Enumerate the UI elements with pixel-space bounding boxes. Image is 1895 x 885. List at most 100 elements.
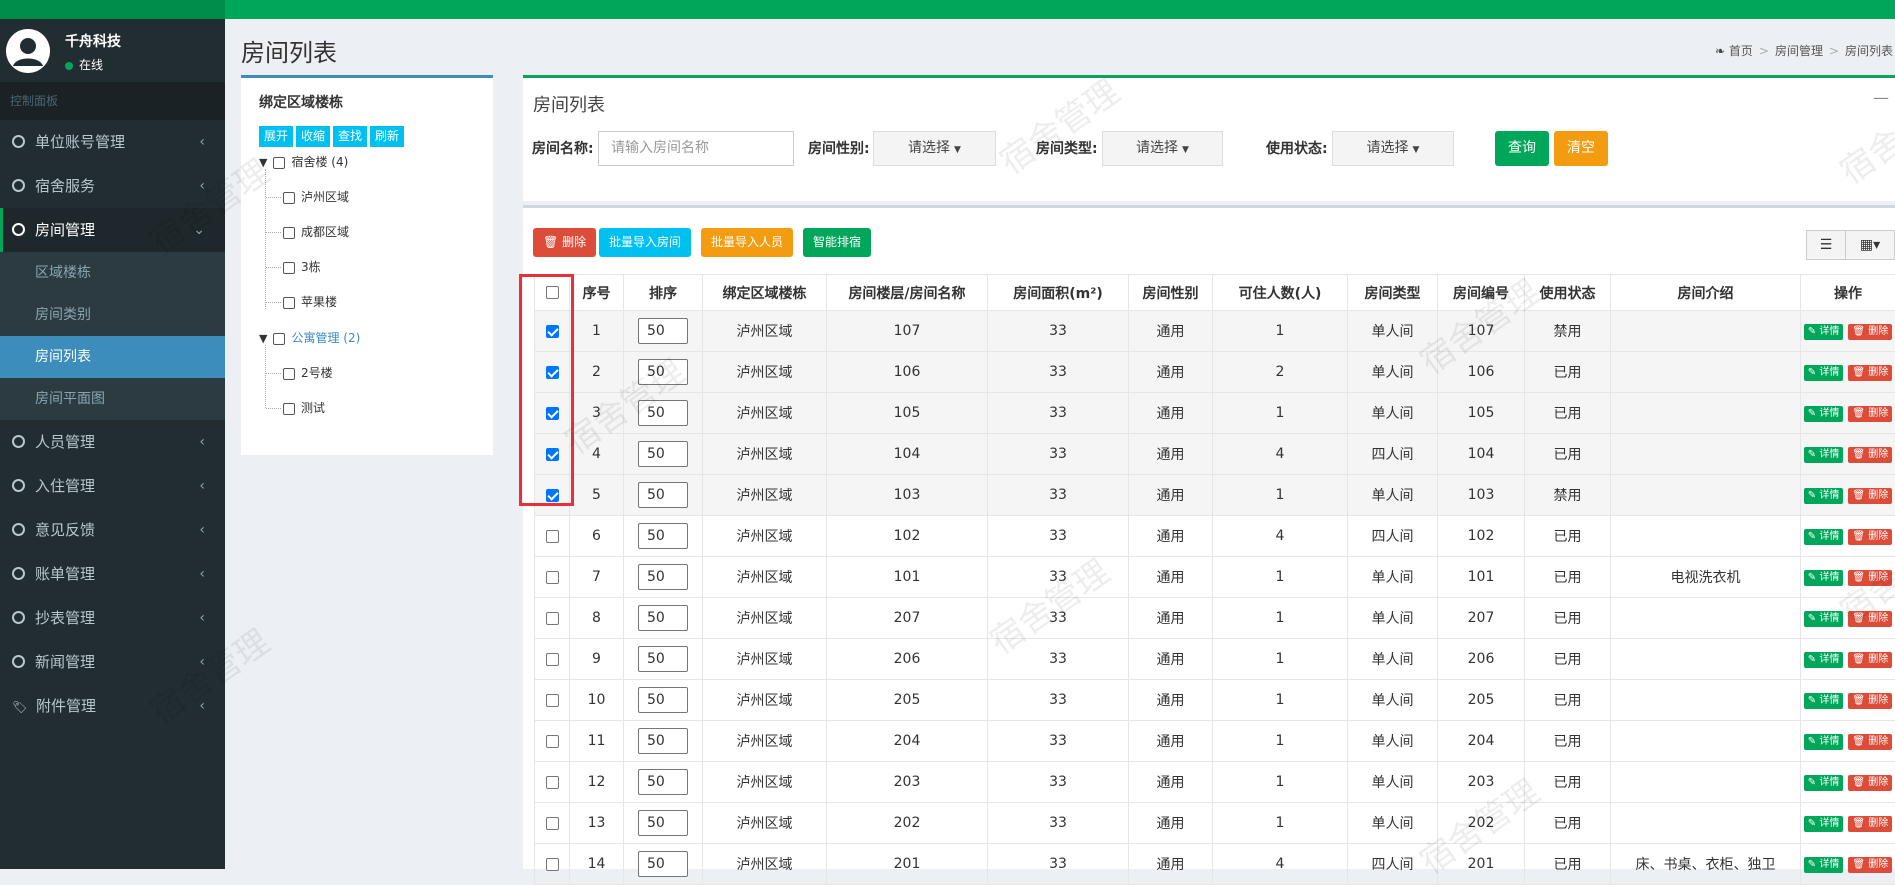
row-checkbox-cell[interactable]: [535, 393, 570, 434]
detail-button[interactable]: ✎ 详情: [1804, 570, 1844, 586]
sort-cell[interactable]: 50: [624, 311, 703, 352]
sidebar-item-bottom-2[interactable]: 意见反馈‹: [0, 508, 225, 552]
sort-cell[interactable]: 50: [624, 516, 703, 557]
row-delete-button[interactable]: 🗑 删除: [1848, 816, 1892, 832]
row-checkbox-cell[interactable]: [535, 721, 570, 762]
sort-input[interactable]: 50: [638, 359, 688, 385]
collapse-icon[interactable]: —: [1873, 88, 1889, 107]
select-all-checkbox[interactable]: [546, 286, 559, 299]
table-row[interactable]: 750泸州区域10133通用1单人间101已用电视洗衣机✎ 详情🗑 删除: [535, 557, 1895, 598]
sidebar-item-top-1[interactable]: 宿舍服务‹: [0, 164, 225, 208]
table-row[interactable]: 1150泸州区域20433通用1单人间204已用✎ 详情🗑 删除: [535, 721, 1895, 762]
row-delete-button[interactable]: 🗑 删除: [1848, 570, 1892, 586]
table-row[interactable]: 950泸州区域20633通用1单人间206已用✎ 详情🗑 删除: [535, 639, 1895, 680]
sort-input[interactable]: 50: [638, 523, 688, 549]
tree-checkbox[interactable]: [283, 368, 295, 380]
row-delete-button[interactable]: 🗑 删除: [1848, 406, 1892, 422]
row-checkbox[interactable]: [546, 325, 559, 338]
row-checkbox-cell[interactable]: [535, 680, 570, 721]
room-type-select[interactable]: 请选择▼: [1102, 131, 1223, 166]
row-checkbox[interactable]: [546, 612, 559, 625]
caret-down-icon[interactable]: ▼: [259, 332, 267, 345]
row-checkbox-cell[interactable]: [535, 844, 570, 885]
row-checkbox[interactable]: [546, 489, 559, 502]
detail-button[interactable]: ✎ 详情: [1804, 857, 1844, 873]
sort-cell[interactable]: 50: [624, 680, 703, 721]
room-name-input[interactable]: 请输入房间名称: [598, 131, 794, 166]
delete-button[interactable]: 🗑 删除: [533, 228, 596, 257]
sort-cell[interactable]: 50: [624, 598, 703, 639]
detail-button[interactable]: ✎ 详情: [1804, 447, 1844, 463]
row-checkbox-cell[interactable]: [535, 639, 570, 680]
tree-child-node[interactable]: 测试: [283, 399, 325, 416]
detail-button[interactable]: ✎ 详情: [1804, 529, 1844, 545]
submenu-item-2[interactable]: 房间列表: [0, 336, 225, 378]
table-row[interactable]: 450泸州区域10433通用4四人间104已用✎ 详情🗑 删除: [535, 434, 1895, 475]
row-checkbox-cell[interactable]: [535, 434, 570, 475]
row-delete-button[interactable]: 🗑 删除: [1848, 324, 1892, 340]
detail-button[interactable]: ✎ 详情: [1804, 816, 1844, 832]
sort-cell[interactable]: 50: [624, 803, 703, 844]
sidebar-item-top-0[interactable]: 单位账号管理‹: [0, 120, 225, 164]
detail-button[interactable]: ✎ 详情: [1804, 365, 1844, 381]
tree-checkbox[interactable]: [283, 297, 295, 309]
tree-checkbox[interactable]: [283, 262, 295, 274]
list-view-icon[interactable]: ☰: [1806, 230, 1846, 260]
sort-cell[interactable]: 50: [624, 557, 703, 598]
sort-input[interactable]: 50: [638, 851, 688, 877]
logo-area[interactable]: [0, 0, 225, 19]
table-row[interactable]: 1450泸州区域20133通用4四人间201已用床、书桌、衣柜、独卫✎ 详情🗑 …: [535, 844, 1895, 885]
row-delete-button[interactable]: 🗑 删除: [1848, 734, 1892, 750]
tree-checkbox[interactable]: [273, 333, 285, 345]
submenu-item-3[interactable]: 房间平面图: [0, 378, 225, 420]
sort-cell[interactable]: 50: [624, 721, 703, 762]
columns-toggle-icon[interactable]: ▦▾: [1845, 230, 1895, 260]
import-rooms-button[interactable]: 批量导入房间: [599, 228, 691, 257]
row-checkbox-cell[interactable]: [535, 352, 570, 393]
caret-down-icon[interactable]: ▼: [259, 156, 267, 169]
sort-input[interactable]: 50: [638, 687, 688, 713]
table-row[interactable]: 1050泸州区域20533通用1单人间205已用✎ 详情🗑 删除: [535, 680, 1895, 721]
row-checkbox[interactable]: [546, 571, 559, 584]
sidebar-item-bottom-3[interactable]: 账单管理‹: [0, 552, 225, 596]
row-delete-button[interactable]: 🗑 删除: [1848, 365, 1892, 381]
sort-input[interactable]: 50: [638, 728, 688, 754]
row-checkbox-cell[interactable]: [535, 598, 570, 639]
row-checkbox[interactable]: [546, 653, 559, 666]
sort-input[interactable]: 50: [638, 482, 688, 508]
sort-cell[interactable]: 50: [624, 393, 703, 434]
clear-button[interactable]: 清空: [1554, 131, 1608, 166]
row-checkbox-cell[interactable]: [535, 475, 570, 516]
tree-search-button[interactable]: 查找: [333, 126, 367, 147]
sort-input[interactable]: 50: [638, 441, 688, 467]
tree-expand-button[interactable]: 展开: [259, 126, 293, 147]
detail-button[interactable]: ✎ 详情: [1804, 406, 1844, 422]
tree-checkbox[interactable]: [283, 192, 295, 204]
sidebar-item-bottom-4[interactable]: 抄表管理‹: [0, 596, 225, 640]
table-row[interactable]: 650泸州区域10233通用4四人间102已用✎ 详情🗑 删除: [535, 516, 1895, 557]
sort-cell[interactable]: 50: [624, 639, 703, 680]
sidebar-item-bottom-5[interactable]: 新闻管理‹: [0, 640, 225, 684]
tree-checkbox[interactable]: [283, 227, 295, 239]
import-people-button[interactable]: 批量导入人员: [701, 228, 793, 257]
sort-cell[interactable]: 50: [624, 762, 703, 803]
row-delete-button[interactable]: 🗑 删除: [1848, 857, 1892, 873]
row-delete-button[interactable]: 🗑 删除: [1848, 447, 1892, 463]
select-all-cell[interactable]: [535, 275, 570, 311]
tree-child-node[interactable]: 苹果楼: [283, 293, 337, 310]
sidebar-item-bottom-0[interactable]: 人员管理‹: [0, 420, 225, 464]
tree-refresh-button[interactable]: 刷新: [370, 126, 404, 147]
detail-button[interactable]: ✎ 详情: [1804, 775, 1844, 791]
row-checkbox-cell[interactable]: [535, 557, 570, 598]
table-row[interactable]: 550泸州区域10333通用1单人间103禁用✎ 详情🗑 删除: [535, 475, 1895, 516]
sidebar-item-bottom-6[interactable]: 🏷附件管理‹: [0, 684, 225, 728]
sort-input[interactable]: 50: [638, 769, 688, 795]
row-checkbox[interactable]: [546, 817, 559, 830]
tree-child-node[interactable]: 成都区域: [283, 223, 349, 240]
row-checkbox[interactable]: [546, 407, 559, 420]
row-delete-button[interactable]: 🗑 删除: [1848, 775, 1892, 791]
row-checkbox[interactable]: [546, 694, 559, 707]
tree-checkbox[interactable]: [283, 403, 295, 415]
row-delete-button[interactable]: 🗑 删除: [1848, 693, 1892, 709]
smart-arrange-button[interactable]: 智能排宿: [803, 228, 871, 257]
